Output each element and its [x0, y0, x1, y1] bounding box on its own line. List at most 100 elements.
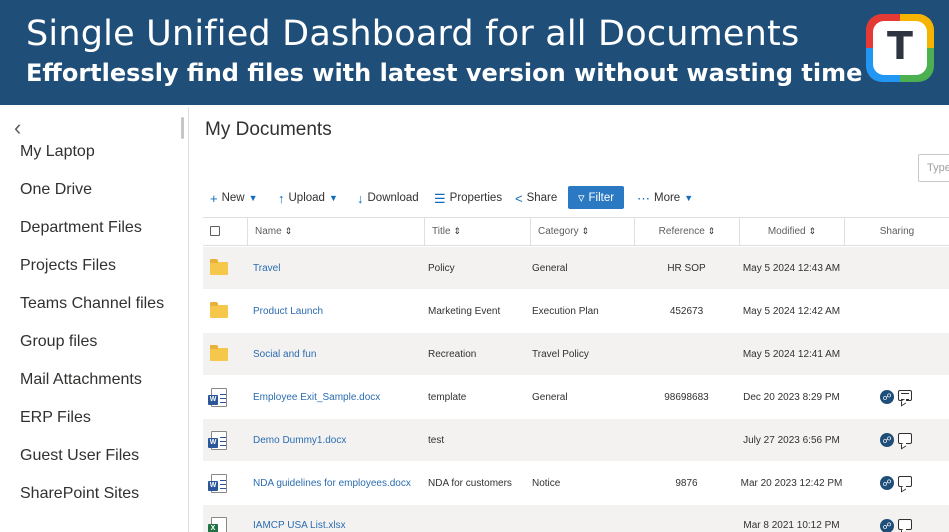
file-modified: Mar 20 2023 12:42 PM: [740, 478, 843, 489]
file-reference: [634, 333, 739, 376]
comment-icon[interactable]: [898, 433, 912, 444]
file-title: Policy: [428, 263, 455, 274]
new-label: New: [221, 192, 245, 204]
sidebar-item-teams-channel-files[interactable]: Teams Channel files: [20, 295, 164, 313]
folder-icon: [210, 345, 228, 361]
file-category: Notice: [532, 478, 561, 489]
table-row[interactable]: Social and fun Recreation Travel Policy …: [203, 333, 949, 376]
file-name[interactable]: NDA guidelines for employees.docx: [253, 462, 423, 505]
sidebar-item-guest-user-files[interactable]: Guest User Files: [20, 447, 139, 465]
filter-button[interactable]: ▿ Filter: [568, 186, 624, 209]
table-header: Name ⇕ Title ⇕ Category ⇕ Reference ⇕ Modifi…: [203, 217, 949, 246]
file-reference: [634, 419, 739, 462]
column-header-reference[interactable]: Reference ⇕: [634, 218, 739, 245]
properties-button[interactable]: ☰ Properties: [434, 186, 502, 210]
file-modified: May 5 2024 12:41 AM: [742, 349, 841, 360]
file-name[interactable]: Demo Dummy1.docx: [253, 419, 423, 462]
more-button[interactable]: ⋯ More ▼: [637, 186, 693, 210]
file-title: [428, 505, 528, 532]
folder-icon: [210, 302, 228, 318]
sidebar-item-projects-files[interactable]: Projects Files: [20, 257, 116, 275]
sort-icon: ⇕: [581, 226, 590, 236]
sidebar-item-one-drive[interactable]: One Drive: [20, 181, 92, 199]
banner-title: Single Unified Dashboard for all Documen…: [26, 14, 800, 54]
upload-button[interactable]: ↑ Upload ▼: [278, 186, 338, 210]
sidebar-item-mail-attachments[interactable]: Mail Attachments: [20, 371, 142, 389]
file-modified: Mar 8 2021 10:12 PM: [743, 520, 840, 531]
comment-icon[interactable]: [898, 476, 912, 487]
file-modified: May 5 2024 12:42 AM: [742, 306, 841, 317]
chevron-down-icon: ▼: [684, 193, 694, 203]
folder-icon: [210, 259, 228, 275]
back-chevron-icon[interactable]: ‹: [14, 117, 32, 139]
file-title: template: [428, 392, 467, 403]
file-title: test: [428, 435, 445, 446]
sort-icon: ⇕: [453, 226, 462, 236]
sidebar-item-my-laptop[interactable]: My Laptop: [20, 143, 95, 161]
table-row[interactable]: Travel Policy General HR SOP May 5 2024 …: [203, 247, 949, 290]
comment-icon[interactable]: [898, 390, 912, 401]
table-row[interactable]: X IAMCP USA List.xlsx Mar 8 2021 10:12 P…: [203, 505, 949, 532]
file-modified: Dec 20 2023 8:29 PM: [743, 392, 840, 403]
file-category: Execution Plan: [532, 306, 599, 317]
new-button[interactable]: + New ▼: [210, 186, 258, 210]
logo-letter: T: [887, 24, 913, 68]
word-document-icon: W: [208, 388, 227, 407]
app-logo: T: [866, 14, 934, 82]
file-modified: July 27 2023 6:56 PM: [743, 435, 840, 446]
promo-banner: Single Unified Dashboard for all Documen…: [0, 0, 949, 105]
column-header-name[interactable]: Name ⇕: [247, 218, 424, 245]
file-name[interactable]: Travel: [253, 247, 423, 290]
column-header-sharing: Sharing: [844, 218, 949, 245]
share-icon[interactable]: ☍: [880, 433, 894, 447]
share-button[interactable]: < Share: [515, 186, 557, 210]
table-row[interactable]: W NDA guidelines for employees.docx NDA …: [203, 462, 949, 505]
table-row[interactable]: W Employee Exit_Sample.docx template Gen…: [203, 376, 949, 419]
column-header-modified[interactable]: Modified ⇕: [739, 218, 844, 245]
sort-icon: ⇕: [707, 226, 716, 236]
properties-label: Properties: [449, 192, 503, 204]
share-icon[interactable]: ☍: [880, 519, 894, 532]
search-input[interactable]: Type: [918, 154, 949, 182]
share-icon[interactable]: ☍: [880, 390, 894, 404]
column-header-title[interactable]: Title ⇕: [424, 218, 530, 245]
share-label: Share: [526, 192, 558, 204]
main-content: My Documents Type + New ▼ ↑ Upload ▼ ↓ D…: [193, 107, 949, 532]
sidebar-item-group-files[interactable]: Group files: [20, 333, 97, 351]
sidebar-item-erp-files[interactable]: ERP Files: [20, 409, 91, 427]
table-row[interactable]: W Demo Dummy1.docx test July 27 2023 6:5…: [203, 419, 949, 462]
file-modified: May 5 2024 12:43 AM: [742, 263, 841, 274]
file-name[interactable]: IAMCP USA List.xlsx: [253, 505, 423, 532]
sidebar-scrollbar[interactable]: [181, 117, 184, 139]
column-header-category[interactable]: Category ⇕: [530, 218, 634, 245]
file-category: [532, 419, 632, 462]
comment-icon[interactable]: [898, 519, 912, 530]
file-reference: 9876: [675, 478, 698, 489]
filter-icon: ▿: [577, 190, 585, 205]
file-name[interactable]: Employee Exit_Sample.docx: [253, 376, 423, 419]
upload-label: Upload: [288, 192, 325, 204]
file-reference: 452673: [669, 306, 704, 317]
download-label: Download: [367, 192, 419, 204]
file-title: NDA for customers: [428, 478, 512, 489]
download-button[interactable]: ↓ Download: [357, 186, 419, 210]
file-name[interactable]: Product Launch: [253, 290, 423, 333]
file-category: [532, 505, 632, 532]
word-document-icon: W: [208, 474, 227, 493]
sort-icon: ⇕: [284, 226, 293, 236]
file-category: General: [532, 263, 568, 274]
select-all-checkbox[interactable]: [210, 226, 220, 236]
sidebar-item-department-files[interactable]: Department Files: [20, 219, 142, 237]
banner-subtitle: Effortlessly find files with latest vers…: [26, 59, 863, 87]
file-reference: 98698683: [664, 392, 709, 403]
file-category: Travel Policy: [532, 349, 589, 360]
sidebar-item-sharepoint-sites[interactable]: SharePoint Sites: [20, 485, 139, 503]
filter-label: Filter: [588, 191, 615, 204]
table-row[interactable]: Product Launch Marketing Event Execution…: [203, 290, 949, 333]
file-name[interactable]: Social and fun: [253, 333, 423, 376]
more-label: More: [654, 192, 681, 204]
file-category: General: [532, 392, 568, 403]
page-title: My Documents: [205, 119, 332, 140]
share-icon[interactable]: ☍: [880, 476, 894, 490]
chevron-down-icon: ▼: [328, 193, 338, 203]
